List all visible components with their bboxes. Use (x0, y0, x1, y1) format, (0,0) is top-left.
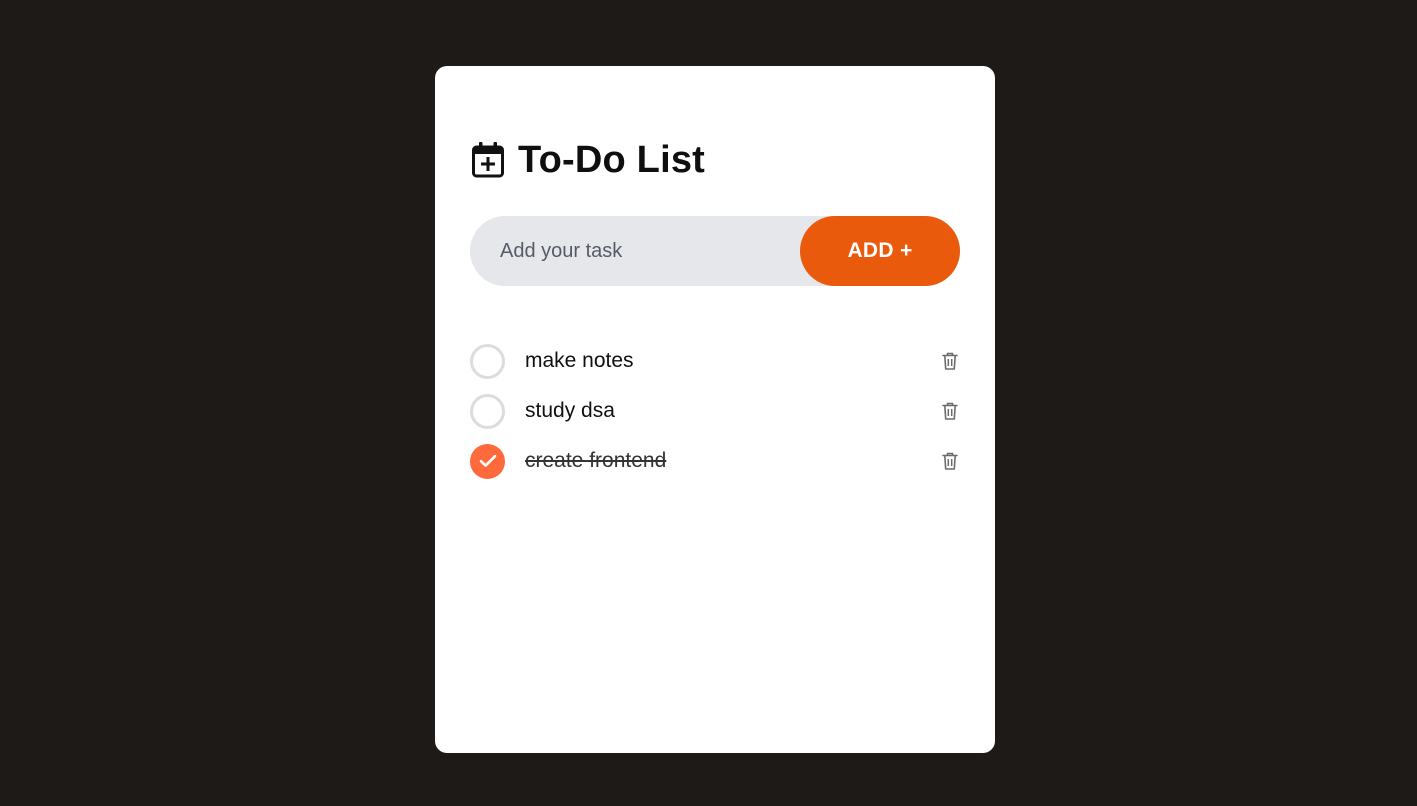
task-text[interactable]: study dsa (525, 399, 615, 423)
page-title: To-Do List (518, 139, 706, 181)
task-list: make notes study dsa create frontend (470, 336, 960, 486)
list-item: create frontend (470, 436, 960, 486)
list-item: make notes (470, 336, 960, 386)
task-input[interactable] (500, 216, 790, 286)
task-checkbox[interactable] (470, 393, 505, 429)
trash-icon[interactable] (940, 451, 960, 471)
add-button[interactable]: ADD + (800, 216, 960, 286)
title-row: To-Do List (471, 138, 705, 182)
list-item: study dsa (470, 386, 960, 436)
task-checkbox[interactable] (470, 343, 505, 379)
calendar-plus-icon (472, 142, 504, 178)
trash-icon[interactable] (940, 401, 960, 421)
task-checkbox-checked[interactable] (470, 443, 505, 479)
task-form: ADD + (470, 216, 960, 286)
checkmark-icon (479, 454, 496, 467)
task-text[interactable]: make notes (525, 349, 634, 373)
trash-icon[interactable] (940, 351, 960, 371)
todo-card: To-Do List ADD + make notes study dsa (435, 66, 995, 753)
task-text-completed[interactable]: create frontend (525, 449, 666, 473)
